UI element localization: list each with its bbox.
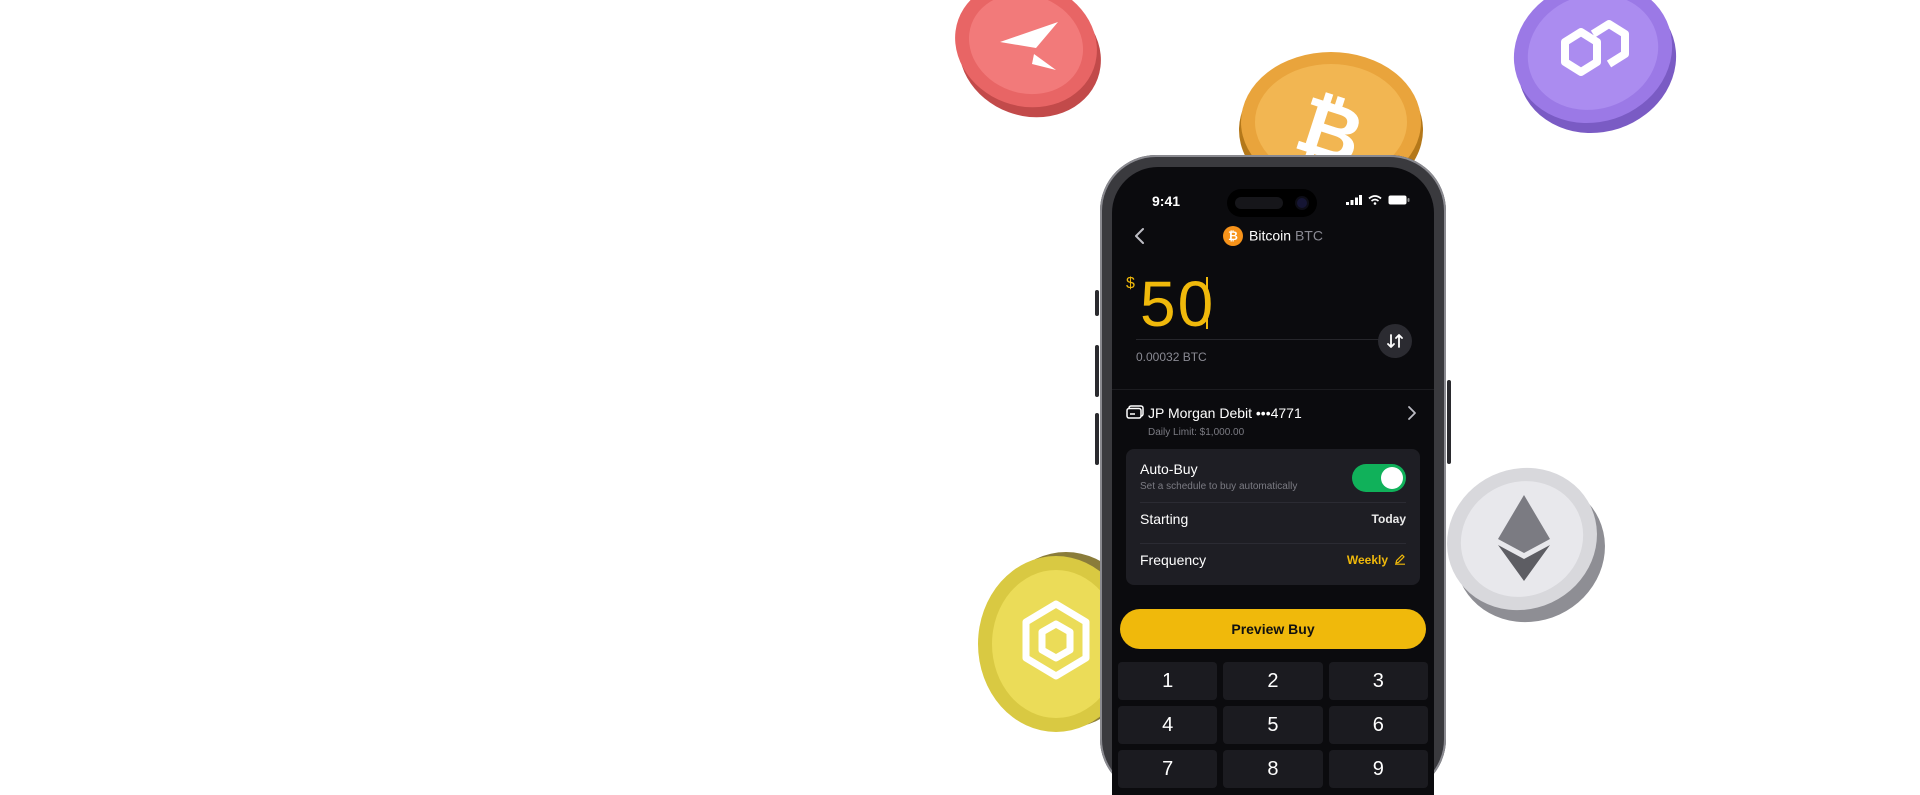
keypad-key-5[interactable]: 5 bbox=[1223, 706, 1323, 744]
frequency-label: Frequency bbox=[1140, 552, 1207, 568]
asset-name: Bitcoin bbox=[1249, 227, 1292, 244]
frequency-value: Weekly bbox=[1346, 553, 1388, 567]
keypad-key-1[interactable]: 1 bbox=[1118, 662, 1218, 700]
frequency-row[interactable]: Frequency Weekly bbox=[1140, 552, 1406, 582]
phone-volume-down-button bbox=[1095, 413, 1099, 465]
edit-pencil-icon[interactable] bbox=[1394, 553, 1406, 565]
wifi-icon bbox=[1368, 195, 1382, 205]
ethereum-coin-icon bbox=[1432, 455, 1612, 635]
daily-limit: Daily Limit: $1,000.00 bbox=[1148, 427, 1245, 438]
payment-method-name: JP Morgan Debit •••4771 bbox=[1148, 405, 1302, 421]
battery-icon bbox=[1388, 195, 1410, 205]
asset-title: ₿ Bitcoin BTC bbox=[1112, 226, 1434, 247]
keypad-key-8[interactable]: 8 bbox=[1223, 750, 1323, 788]
auto-buy-row: Auto-Buy Set a schedule to buy automatic… bbox=[1140, 461, 1406, 501]
currency-symbol: $ bbox=[1126, 275, 1135, 292]
phone-mockup: 9:41 ₿ Bitcoin BTC $ 50 0.00032 BTC JP M… bbox=[1095, 155, 1451, 795]
amount-value: 50 bbox=[1140, 268, 1216, 340]
keypad-key-3[interactable]: 3 bbox=[1328, 662, 1428, 700]
row-divider bbox=[1140, 543, 1406, 544]
starting-row[interactable]: Starting Today bbox=[1140, 511, 1406, 541]
chevron-right-icon bbox=[1408, 406, 1416, 420]
starting-label: Starting bbox=[1140, 511, 1189, 527]
keypad-key-2[interactable]: 2 bbox=[1223, 662, 1323, 700]
section-divider bbox=[1112, 389, 1434, 390]
arc-coin-icon bbox=[948, 0, 1108, 130]
swap-arrows-icon bbox=[1387, 334, 1403, 348]
status-bar: 9:41 bbox=[1152, 193, 1410, 213]
starting-value: Today bbox=[1371, 512, 1406, 526]
converted-amount: 0.00032 BTC bbox=[1136, 350, 1207, 364]
asset-symbol: BTC bbox=[1294, 227, 1323, 244]
keypad-key-7[interactable]: 7 bbox=[1118, 750, 1218, 788]
auto-buy-panel: Auto-Buy Set a schedule to buy automatic… bbox=[1126, 449, 1420, 585]
status-time: 9:41 bbox=[1152, 193, 1181, 209]
bitcoin-icon: ₿ bbox=[1223, 226, 1244, 246]
numeric-keypad: 1 2 3 4 5 6 7 8 9 bbox=[1118, 662, 1428, 788]
phone-side-button bbox=[1095, 290, 1099, 316]
auto-buy-toggle[interactable] bbox=[1352, 464, 1406, 492]
amount-divider bbox=[1136, 339, 1388, 340]
text-cursor bbox=[1206, 277, 1208, 329]
polygon-coin-icon bbox=[1505, 0, 1685, 142]
row-divider bbox=[1140, 502, 1406, 503]
preview-buy-button[interactable]: Preview Buy bbox=[1120, 609, 1426, 649]
keypad-key-6[interactable]: 6 bbox=[1328, 706, 1428, 744]
keypad-key-9[interactable]: 9 bbox=[1328, 750, 1428, 788]
asset-header: ₿ Bitcoin BTC bbox=[1112, 225, 1434, 251]
signal-icon bbox=[1346, 195, 1362, 205]
app-screen: 9:41 ₿ Bitcoin BTC $ 50 0.00032 BTC JP M… bbox=[1112, 167, 1434, 795]
payment-method-row[interactable]: JP Morgan Debit •••4771 Daily Limit: $1,… bbox=[1126, 403, 1420, 445]
swap-currency-button[interactable] bbox=[1378, 324, 1412, 358]
keypad-key-4[interactable]: 4 bbox=[1118, 706, 1218, 744]
phone-volume-up-button bbox=[1095, 345, 1099, 397]
card-icon bbox=[1126, 405, 1144, 419]
phone-power-button bbox=[1447, 380, 1451, 464]
